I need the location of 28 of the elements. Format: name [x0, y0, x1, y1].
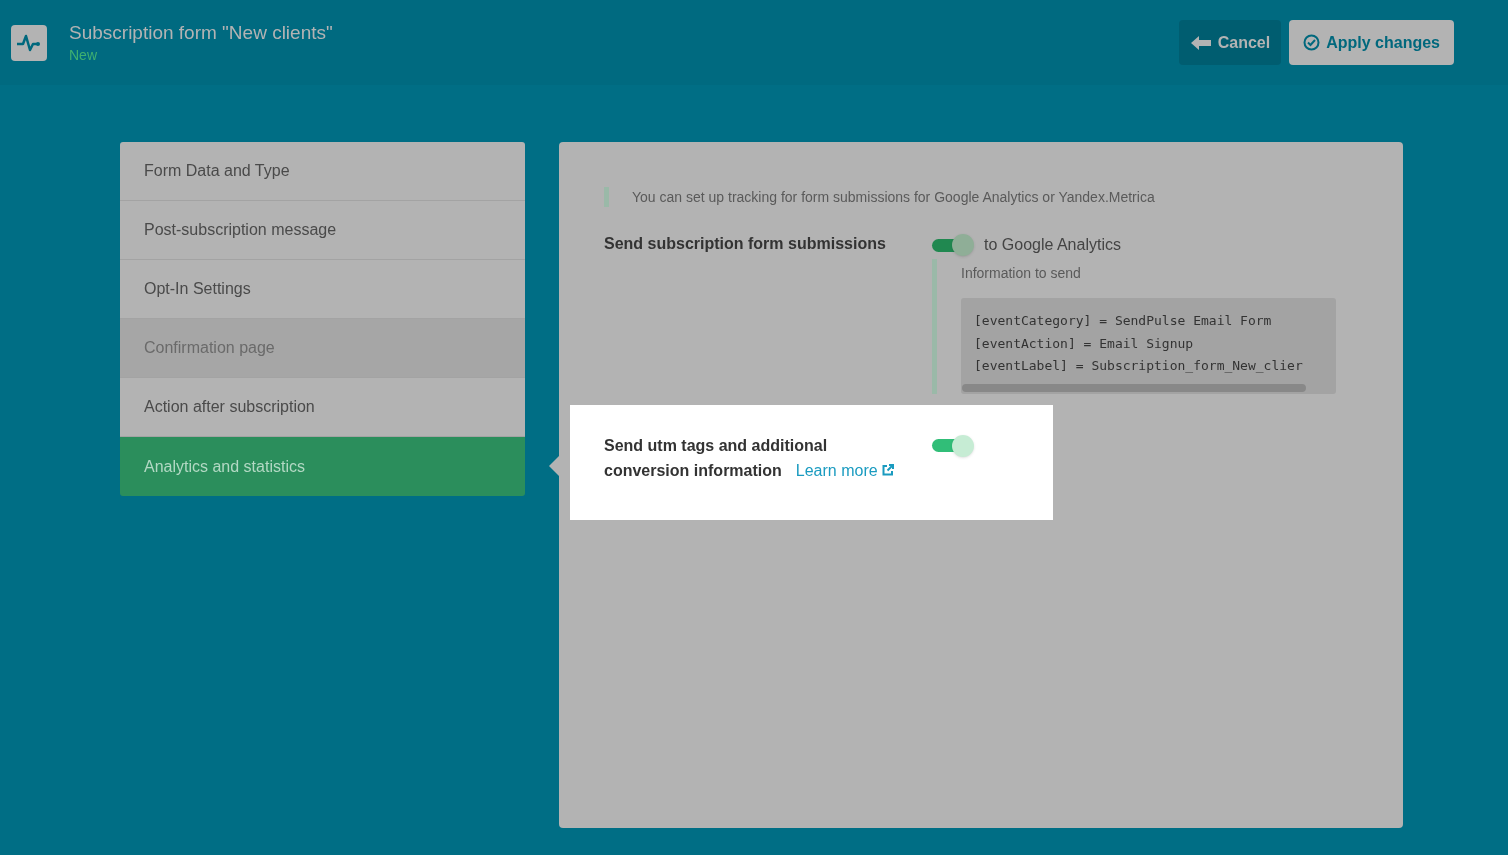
menu-item[interactable]: Opt-In Settings — [120, 260, 525, 319]
code-line: [eventLabel] = Subscription_form_New_clier — [973, 357, 1304, 375]
external-link-icon — [881, 464, 894, 476]
apply-button[interactable]: Apply changes — [1289, 20, 1454, 65]
cancel-button[interactable]: Cancel — [1178, 20, 1282, 65]
code-line: [eventAction] = Email Signup — [973, 334, 1195, 353]
learn-more-link[interactable]: Learn more — [795, 457, 894, 483]
menu-item[interactable]: Analytics and statistics — [120, 437, 525, 496]
menu-item[interactable]: Confirmation page — [120, 319, 525, 378]
info-label: Information to send — [961, 264, 1082, 283]
info-note: You can set up tracking for form submissions for Google Analytics or Yandex.Metrica — [632, 187, 1155, 207]
toggle-switch[interactable] — [932, 434, 974, 457]
code-line: [eventCategory] = SendPulse Email Form — [973, 312, 1273, 330]
menu-item[interactable]: Action after subscription — [120, 378, 525, 437]
left-arrow-icon — [1189, 34, 1212, 51]
toggle-label: to Google Analytics — [984, 235, 1121, 255]
pulse-logo-icon — [11, 24, 47, 61]
toggle-switch[interactable] — [932, 234, 974, 256]
menu-item[interactable]: Form Data and Type — [120, 142, 525, 201]
status-label: New — [69, 45, 98, 65]
scrollbar[interactable] — [962, 383, 1306, 392]
setting-label: Send subscription form submissions — [604, 234, 887, 254]
menu-item[interactable]: Post-subscription message — [120, 201, 525, 260]
form-title: Subscription form "New clients" — [69, 20, 333, 45]
note-accent-bar — [604, 187, 609, 207]
setting-label: Send utm tags and additional — [604, 435, 829, 456]
setting-label: conversion information — [604, 460, 782, 481]
check-circle-icon — [1303, 34, 1321, 51]
